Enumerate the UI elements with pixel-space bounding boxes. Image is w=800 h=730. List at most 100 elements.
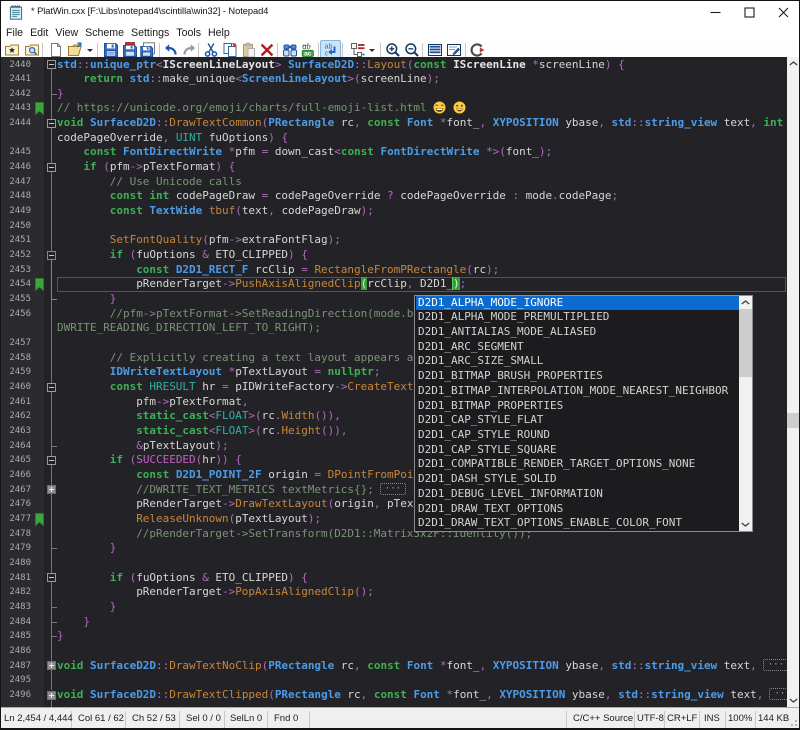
autocomplete-item[interactable]: D2D1_ALPHA_MODE_IGNORE (416, 296, 740, 311)
line-number: 2476 (1, 499, 31, 509)
open-file-dropdown-icon (86, 42, 94, 58)
editor-scrollbar-thumb[interactable] (787, 413, 799, 428)
autocomplete-item[interactable]: D2D1_CAP_STYLE_ROUND (416, 428, 740, 443)
fold-structure-line (51, 670, 52, 690)
autocomplete-item[interactable]: D2D1_COMPATIBLE_RENDER_TARGET_OPTIONS_NO… (416, 457, 740, 472)
fold-marker-open[interactable] (47, 60, 56, 69)
zoom-in-button[interactable] (385, 42, 401, 58)
code-row-2454: pRenderTarget->PushAxisAlignedClip(rcCli… (57, 277, 466, 290)
autocomplete-item[interactable]: D2D1_ANTIALIAS_MODE_ALIASED (416, 325, 740, 340)
autocomplete-item[interactable]: D2D1_BITMAP_INTERPOLATION_MODE_NEAREST_N… (416, 384, 740, 399)
fold-marker-collapsed[interactable] (47, 661, 56, 670)
status-insert-mode[interactable]: INS (704, 708, 720, 730)
code-row-2482: pRenderTarget->PopAxisAlignedClip(); (57, 585, 374, 598)
editor-scroll-down-arrow[interactable] (787, 694, 799, 707)
menu-view[interactable]: View (53, 24, 80, 42)
fold-marker-open[interactable] (47, 163, 56, 172)
autocomplete-item[interactable]: D2D1_DRAW_TEXT_OPTIONS (416, 502, 740, 517)
status-separator (267, 711, 268, 728)
close-button[interactable] (767, 2, 799, 23)
status-encoding[interactable]: UTF-8 (637, 708, 664, 730)
replace-button[interactable]: ab ac (300, 42, 316, 58)
autocomplete-item[interactable]: D2D1_ARC_SIZE_SMALL (416, 354, 740, 369)
menu-scheme[interactable]: Scheme (83, 24, 126, 42)
edit-mode-icon (446, 42, 462, 58)
favorites-button[interactable] (4, 42, 20, 58)
open-file-dropdown[interactable] (86, 42, 102, 58)
menu-tools[interactable]: Tools (174, 24, 203, 42)
find-button[interactable] (282, 42, 298, 58)
editor-scrollbar[interactable] (787, 57, 799, 707)
status-selection[interactable]: Sel 0 / 0 (186, 708, 221, 730)
line-number: 2456 (1, 309, 31, 319)
copy-button[interactable] (222, 42, 238, 58)
autocomplete-item[interactable]: D2D1_ARC_SEGMENT (416, 340, 740, 355)
scroll-up-arrow[interactable] (739, 296, 753, 309)
fold-ellipsis[interactable]: ··· (769, 688, 787, 700)
status-selected-lines[interactable]: SelLn 0 (230, 708, 262, 730)
status-column[interactable]: Col 61 / 62 (78, 708, 124, 730)
fold-marker-open[interactable] (47, 383, 56, 392)
autocomplete-item[interactable]: D2D1_DASH_STYLE_SOLID (416, 472, 740, 487)
popup-scrollbar[interactable] (739, 296, 753, 531)
status-file-size[interactable]: 144 KB (758, 708, 789, 730)
fold-marker-open[interactable] (47, 251, 56, 260)
line-number: 2440 (1, 60, 31, 70)
select-scheme-button[interactable] (350, 42, 366, 58)
popup-scrollbar-thumb[interactable] (739, 309, 753, 377)
paste-button[interactable] (241, 42, 257, 58)
line-number: 2466 (1, 470, 31, 480)
fold-marker-open[interactable] (47, 119, 56, 128)
menu-edit[interactable]: Edit (28, 24, 50, 42)
maximize-button[interactable] (733, 2, 765, 23)
minimize-button[interactable] (699, 2, 731, 23)
fold-marker-open[interactable] (47, 456, 56, 465)
redo-button[interactable] (182, 42, 198, 58)
edit-mode-button[interactable] (446, 42, 462, 58)
show-line-numbers-button[interactable] (427, 42, 443, 58)
delete-button[interactable] (259, 42, 275, 58)
status-doc-type[interactable]: C/C++ Source (573, 708, 633, 730)
zoom-out-button[interactable] (404, 42, 420, 58)
autocomplete-item[interactable]: D2D1_DEBUG_LEVEL_INFORMATION (416, 487, 740, 502)
word-wrap-button[interactable]: ab c (322, 42, 338, 58)
fold-marker-collapsed[interactable] (47, 485, 56, 494)
save-button[interactable] (103, 42, 119, 58)
notepad4-window: * PlatWin.cxx [F:\Libs\notepad4\scintill… (0, 0, 800, 730)
autocomplete-item[interactable]: D2D1_BITMAP_PROPERTIES (416, 399, 740, 414)
select-scheme-dropdown[interactable] (368, 42, 384, 58)
code-row-2440: std::unique_ptr<IScreenLineLayout> Surfa… (57, 58, 625, 71)
scroll-down-arrow[interactable] (739, 518, 753, 531)
new-document-button[interactable] (48, 42, 64, 58)
autocomplete-item[interactable]: D2D1_ALPHA_MODE_PREMULTIPLIED (416, 310, 740, 325)
line-number: 2482 (1, 587, 31, 597)
undo-button[interactable] (162, 42, 178, 58)
menu-settings[interactable]: Settings (129, 24, 171, 42)
save-copy-button[interactable] (140, 42, 156, 58)
autocomplete-item[interactable]: D2D1_DRAW_TEXT_OPTIONS_ENABLE_COLOR_FONT (416, 516, 740, 531)
autocomplete-item[interactable]: D2D1_BITMAP_BRUSH_PROPERTIES (416, 369, 740, 384)
save-all-button[interactable] (122, 42, 138, 58)
line-number: 2483 (1, 602, 31, 612)
status-zoom[interactable]: 100% (728, 708, 752, 730)
reload-button[interactable] (469, 42, 485, 58)
status-find-count[interactable]: Fnd 0 (274, 708, 298, 730)
find-icon (282, 42, 298, 58)
autocomplete-item[interactable]: D2D1_CAP_STYLE_SQUARE (416, 443, 740, 458)
fold-ellipsis[interactable]: ··· (763, 659, 787, 671)
toolbar-separator (318, 43, 319, 57)
cut-button[interactable] (203, 42, 219, 58)
fold-marker-collapsed[interactable] (47, 691, 56, 700)
menu-help[interactable]: Help (206, 24, 232, 42)
autocomplete-item[interactable]: D2D1_CAP_STYLE_FLAT (416, 413, 740, 428)
menu-file[interactable]: File (4, 24, 25, 42)
status-line-ending[interactable]: CR+LF (667, 708, 697, 730)
browse-folder-button[interactable] (24, 42, 40, 58)
save-icon (103, 42, 119, 58)
status-character[interactable]: Ch 52 / 53 (132, 708, 176, 730)
open-file-button[interactable] (67, 42, 83, 58)
editor-scroll-up-arrow[interactable] (787, 57, 799, 70)
status-line[interactable]: Ln 2,454 / 4,444 (4, 708, 73, 730)
fold-marker-open[interactable] (47, 573, 56, 582)
fold-ellipsis[interactable]: ··· (380, 483, 406, 495)
